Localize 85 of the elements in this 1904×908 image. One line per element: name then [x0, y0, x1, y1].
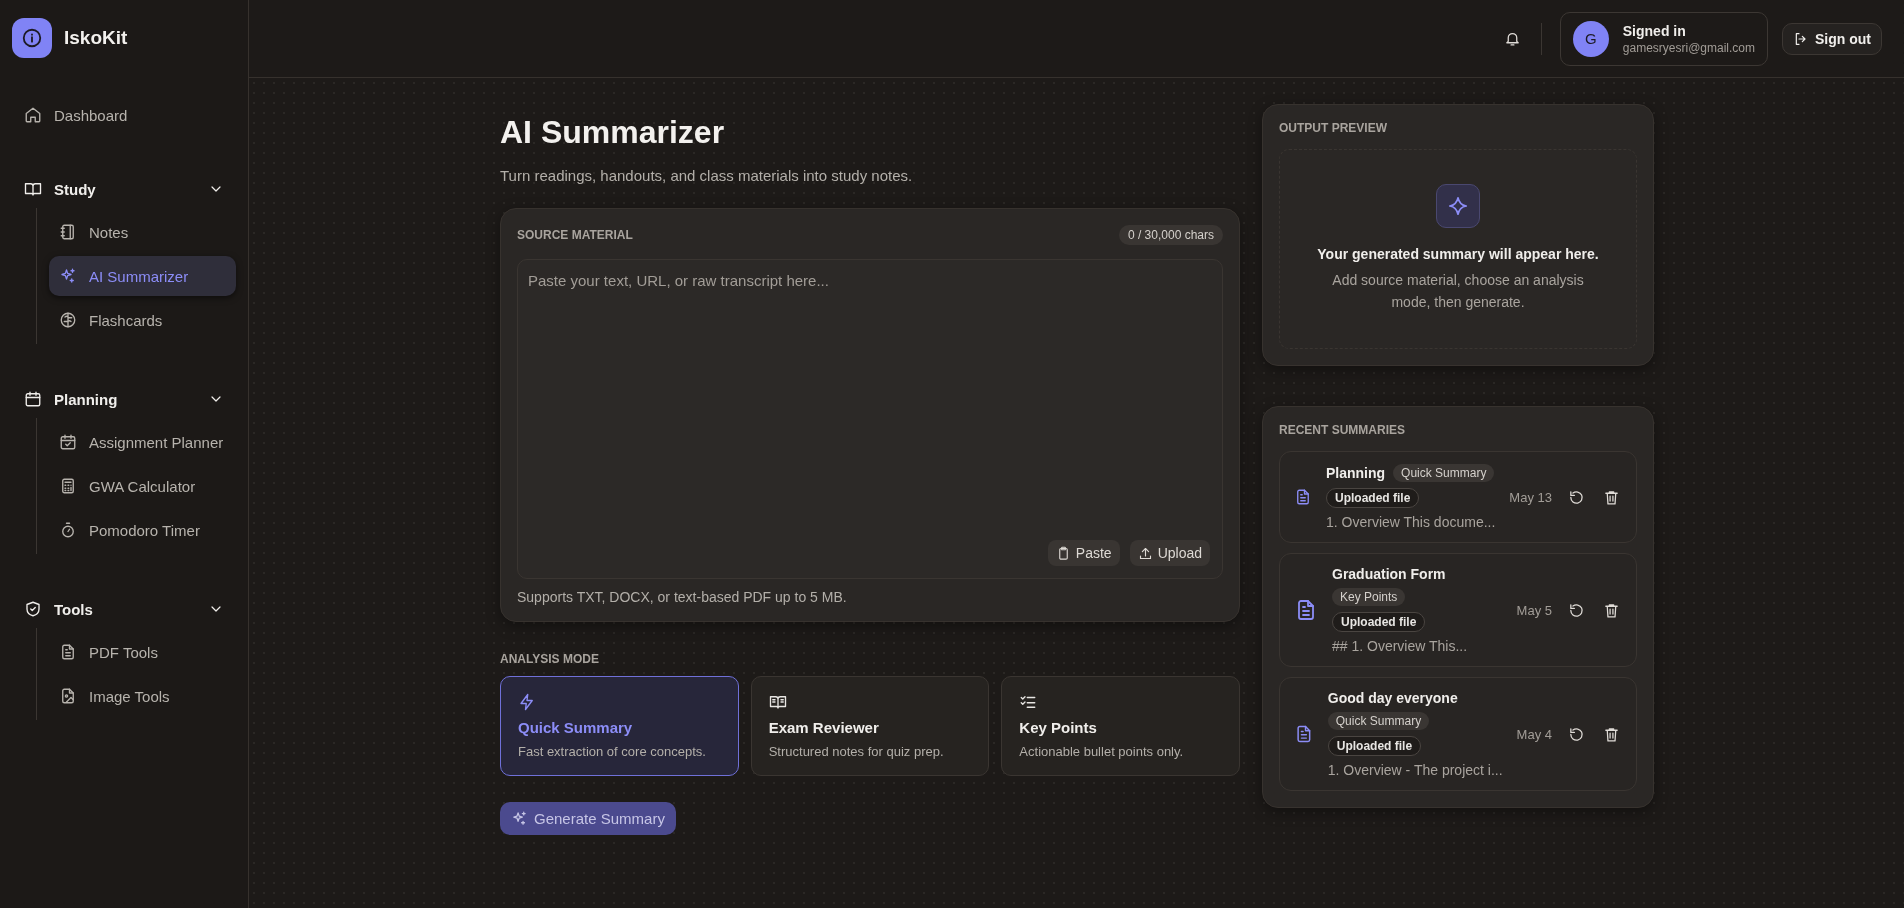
avatar: G [1572, 20, 1609, 57]
home-icon [24, 106, 42, 124]
sign-out-button[interactable]: Sign out [1782, 22, 1882, 55]
summary-item[interactable]: Good day everyone Quick Summary Uploaded file 1. Overview - The project i... May 4 [1279, 677, 1637, 791]
paste-button[interactable]: Paste [1047, 540, 1120, 566]
upload-icon [1137, 545, 1153, 561]
summary-preview: ## 1. Overview This... [1332, 638, 1468, 654]
page-subtitle: Turn readings, handouts, and class materials into study notes. [500, 167, 914, 184]
notebook-icon [59, 223, 77, 241]
nav-group-header[interactable]: Planning [12, 380, 236, 418]
mode-description: Structured notes for quiz prep. [768, 744, 945, 759]
trash-icon [1603, 488, 1620, 506]
empty-state-heading: Your generated summary will appear here. [1317, 246, 1599, 263]
section-label: RECENT SUMMARIES [1279, 423, 1406, 437]
nav-item[interactable]: GWA Calculator [49, 466, 236, 506]
nav-item[interactable]: Pomodoro Timer [49, 510, 236, 550]
sign-in-status: Signed in [1622, 22, 1687, 39]
timer-icon [59, 521, 77, 539]
calendar-icon [24, 390, 42, 408]
user-email: gamesryesri@gmail.com [1622, 40, 1755, 55]
bell-icon [1503, 30, 1521, 47]
char-count: 0 / 30,000 chars [1118, 225, 1223, 245]
nav-item[interactable]: Image Tools [49, 676, 236, 716]
mode-title: Key Points [1019, 719, 1098, 736]
nav-link[interactable]: Dashboard [12, 96, 236, 134]
summary-item[interactable]: Graduation Form Key Points Uploaded file ## 1. Overview This... May 5 [1279, 553, 1637, 667]
section-label: ANALYSIS MODE [500, 652, 600, 666]
mode-option[interactable]: Key Points Actionable bullet points only. [1001, 676, 1240, 776]
summary-date: May 4 [1516, 726, 1552, 742]
nav-item[interactable]: Flashcards [49, 300, 236, 340]
shield-icon [24, 600, 42, 618]
mode-option[interactable]: Exam Reviewer Structured notes for quiz prep. [750, 676, 990, 776]
brand-name: IskoKit [64, 27, 128, 49]
info-icon [21, 27, 43, 49]
source-text-field[interactable]: Paste your text, URL, or raw transcript here... Paste Upload [517, 259, 1223, 579]
generate-summary-button[interactable]: Generate Summary [500, 802, 676, 835]
upload-button[interactable]: Upload [1129, 540, 1210, 566]
trash-icon [1603, 725, 1620, 743]
mode-tag: Quick Summary [1393, 464, 1495, 482]
summary-item[interactable]: Planning Quick Summary Uploaded file 1. Overview This docume... May 13 [1279, 451, 1637, 543]
book-icon [24, 180, 42, 198]
summary-title: Good day everyone [1327, 690, 1458, 706]
brain-icon [59, 311, 77, 329]
page-title: AI Summarizer [500, 114, 726, 151]
summary-preview: 1. Overview - The project i... [1327, 762, 1503, 778]
sparkles-icon [59, 267, 77, 285]
mode-tag: Key Points [1332, 588, 1406, 606]
nav-item[interactable]: PDF Tools [49, 632, 236, 672]
summary-date: May 13 [1509, 489, 1552, 505]
trash-icon [1603, 601, 1620, 619]
summary-date: May 5 [1516, 602, 1552, 618]
sparkles-icon [511, 810, 528, 827]
mode-option[interactable]: Quick Summary Fast extraction of core concepts. [500, 676, 739, 776]
empty-state-text: Add source material, choose an analysis mode, then generate. [1331, 271, 1585, 312]
mode-description: Actionable bullet points only. [1019, 744, 1185, 759]
calendar-check-icon [59, 433, 77, 451]
rotate-icon [1568, 725, 1585, 743]
mode-title: Exam Reviewer [768, 719, 880, 736]
nav-group-header[interactable]: Study [12, 170, 236, 208]
rotate-icon [1568, 601, 1585, 619]
summary-title: Planning [1326, 465, 1386, 481]
document-icon [59, 643, 77, 661]
calculator-icon [59, 477, 77, 495]
nav-item[interactable]: AI Summarizer [49, 256, 236, 296]
rotate-icon [1568, 488, 1585, 506]
nav-item[interactable]: Assignment Planner [49, 422, 236, 462]
nav-group-header[interactable]: Tools [12, 590, 236, 628]
account-card[interactable]: G Signed in gamesryesri@gmail.com [1559, 11, 1768, 66]
checklist-icon [1019, 693, 1038, 711]
nav-item[interactable]: Notes [49, 212, 236, 252]
summary-preview: 1. Overview This docume... [1326, 514, 1496, 530]
source-tag: Uploaded file [1327, 736, 1422, 756]
summary-title: Graduation Form [1332, 566, 1446, 582]
section-label: SOURCE MATERIAL [517, 228, 633, 242]
source-tag: Uploaded file [1326, 488, 1420, 508]
mode-tag: Quick Summary [1327, 712, 1430, 730]
mode-description: Fast extraction of core concepts. [518, 744, 707, 759]
open-book-icon [768, 693, 787, 711]
lightning-icon [518, 693, 536, 711]
sparkle-icon [1447, 195, 1469, 218]
section-label: OUTPUT PREVIEW [1279, 121, 1388, 135]
image-file-icon [59, 687, 77, 705]
source-tag: Uploaded file [1332, 612, 1426, 632]
mode-title: Quick Summary [518, 719, 634, 736]
file-support-hint: Supports TXT, DOCX, or text-based PDF up to 5 MB. [517, 589, 848, 605]
